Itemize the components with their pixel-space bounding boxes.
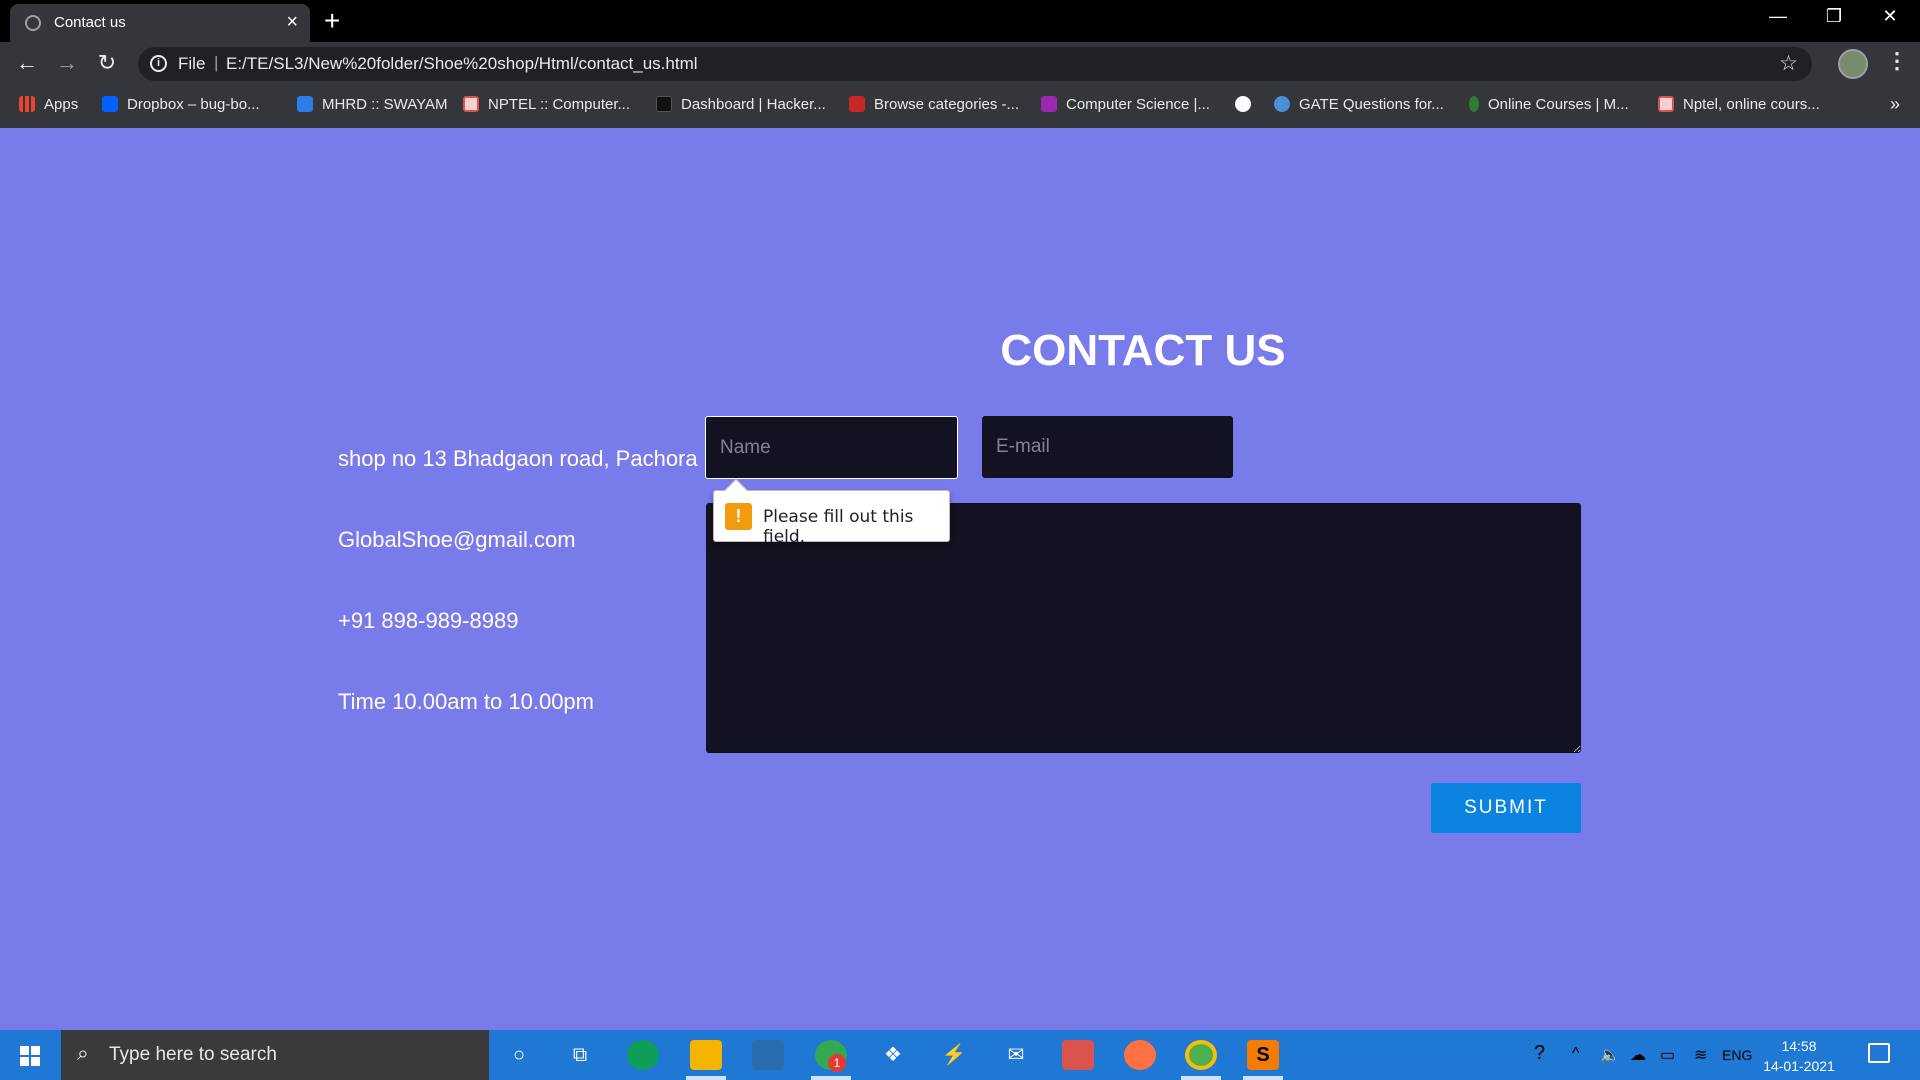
bookmark-item[interactable]: Online Courses | M... [1469, 96, 1629, 113]
chrome-icon[interactable] [1185, 1040, 1217, 1070]
taskbar-search-box[interactable]: ⌕ Type here to search [61, 1030, 489, 1080]
active-app-indicator [1243, 1076, 1283, 1080]
warning-icon: ! [725, 503, 752, 530]
site-info-icon[interactable]: i [150, 55, 167, 72]
phone-text: +91 898-989-8989 [338, 608, 519, 633]
address-text: shop no 13 Bhadgaon road, Pachora [338, 446, 698, 471]
leaf-icon [1469, 96, 1479, 112]
minimize-window-button[interactable]: — [1758, 6, 1798, 27]
notification-badge: 1 [828, 1054, 846, 1072]
start-button[interactable] [0, 1030, 60, 1080]
email-text: GlobalShoe@gmail.com [338, 527, 576, 552]
browser-toolbar: ← → ↻ i File | E:/TE/SL3/New%20folder/Sh… [0, 42, 1920, 86]
dropbox-icon[interactable]: ❖ [877, 1040, 909, 1070]
swayam-icon [297, 96, 313, 112]
apps-grid-icon [19, 96, 35, 112]
office-icon[interactable] [1062, 1040, 1094, 1070]
help-icon[interactable]: ? [1534, 1042, 1545, 1065]
system-clock[interactable]: 14:58 14-01-2021 [1754, 1036, 1844, 1076]
search-icon: ⌕ [77, 1042, 89, 1065]
windows-taskbar: ⌕ Type here to search ○ ⧉ 1 ❖ ⚡ ✉ S ? ^ … [0, 1030, 1920, 1080]
bookmark-item[interactable]: Nptel, online cours... [1658, 96, 1820, 113]
windows-logo-icon [20, 1046, 40, 1066]
hackerrank-icon [656, 96, 672, 112]
wifi-icon[interactable]: ≋ [1694, 1045, 1707, 1065]
bookmarks-bar: Apps Dropbox – bug-bo... MHRD :: SWAYAM … [0, 86, 1920, 128]
tab-title: Contact us [54, 14, 126, 31]
cortana-icon[interactable]: ○ [503, 1040, 535, 1070]
profile-avatar[interactable] [1838, 49, 1868, 79]
bookmark-item[interactable]: Browse categories -... [849, 96, 1019, 113]
bookmark-item[interactable]: MHRD :: SWAYAM [297, 96, 448, 113]
vscode-icon[interactable]: ⚡ [938, 1040, 970, 1070]
file-explorer-icon[interactable] [690, 1040, 722, 1070]
close-window-button[interactable]: ✕ [1870, 6, 1910, 27]
action-center-icon[interactable] [1868, 1043, 1890, 1063]
email-input[interactable] [982, 416, 1233, 478]
bookmark-item[interactable]: NPTEL :: Computer... [463, 96, 630, 113]
bookmarks-overflow-button[interactable]: » [1890, 94, 1900, 115]
reload-button[interactable]: ↻ [93, 50, 121, 76]
address-separator: | [214, 53, 219, 72]
g-icon [1041, 96, 1057, 112]
search-placeholder: Type here to search [109, 1044, 277, 1065]
clock-date: 14-01-2021 [1763, 1058, 1835, 1074]
store-icon[interactable] [752, 1040, 784, 1070]
bookmark-item[interactable]: Apps [19, 96, 78, 113]
volume-icon[interactable]: 🔈 [1600, 1045, 1620, 1065]
nptel-icon [1658, 96, 1674, 112]
address-bar[interactable]: i File | E:/TE/SL3/New%20folder/Shoe%20s… [138, 47, 1812, 81]
edge-icon[interactable] [627, 1040, 659, 1070]
validation-tooltip: ! Please fill out this field. [713, 478, 950, 547]
task-view-icon[interactable]: ⧉ [564, 1040, 596, 1070]
active-app-indicator [811, 1076, 851, 1080]
submit-button[interactable]: SUBMIT [1431, 783, 1581, 833]
validation-message: Please fill out this field. [763, 507, 914, 547]
browser-menu-icon[interactable]: ⋮ [1886, 48, 1908, 74]
hours-text: Time 10.00am to 10.00pm [338, 689, 594, 714]
back-button[interactable]: ← [13, 50, 41, 76]
language-indicator[interactable]: ENG [1722, 1047, 1752, 1063]
active-app-indicator [1181, 1076, 1221, 1080]
browser-titlebar: Contact us × + — ❐ ✕ [0, 0, 1920, 42]
onedrive-icon[interactable]: ☁ [1630, 1045, 1646, 1065]
tab-close-icon[interactable]: × [286, 11, 298, 34]
bookmark-item[interactable]: GATE Questions for... [1274, 96, 1444, 113]
bookmark-item[interactable]: Dropbox – bug-bo... [102, 96, 260, 113]
battery-icon[interactable]: ▭ [1660, 1045, 1675, 1065]
bookmark-item[interactable]: Dashboard | Hacker... [656, 96, 826, 113]
active-app-indicator [686, 1076, 726, 1080]
restore-window-button[interactable]: ❐ [1814, 6, 1854, 27]
clock-time: 14:58 [1781, 1038, 1817, 1054]
geeks-icon [849, 96, 865, 112]
firefox-icon[interactable] [1124, 1040, 1156, 1070]
forward-button[interactable]: → [53, 50, 81, 76]
mail-icon[interactable]: ✉ [1000, 1040, 1032, 1070]
bookmark-item[interactable] [1235, 96, 1260, 113]
address-url[interactable]: E:/TE/SL3/New%20folder/Shoe%20shop/Html/… [226, 54, 698, 74]
globe-icon [1235, 96, 1251, 112]
new-tab-button[interactable]: + [324, 5, 340, 37]
page-favicon-icon [25, 15, 41, 31]
bookmark-item[interactable]: Computer Science |... [1041, 96, 1210, 113]
bookmark-star-icon[interactable]: ☆ [1779, 51, 1798, 76]
browser-tab[interactable]: Contact us × [10, 4, 310, 42]
chevron-up-icon[interactable]: ^ [1572, 1045, 1580, 1063]
gate-icon [1274, 96, 1290, 112]
page-title: CONTACT US [1000, 326, 1286, 375]
nptel-icon [463, 96, 479, 112]
address-scheme: File [178, 54, 206, 73]
name-input[interactable] [705, 416, 958, 479]
tooltip-arrow [724, 478, 748, 502]
sublime-text-icon[interactable]: S [1247, 1040, 1279, 1070]
dropbox-icon [102, 96, 118, 112]
